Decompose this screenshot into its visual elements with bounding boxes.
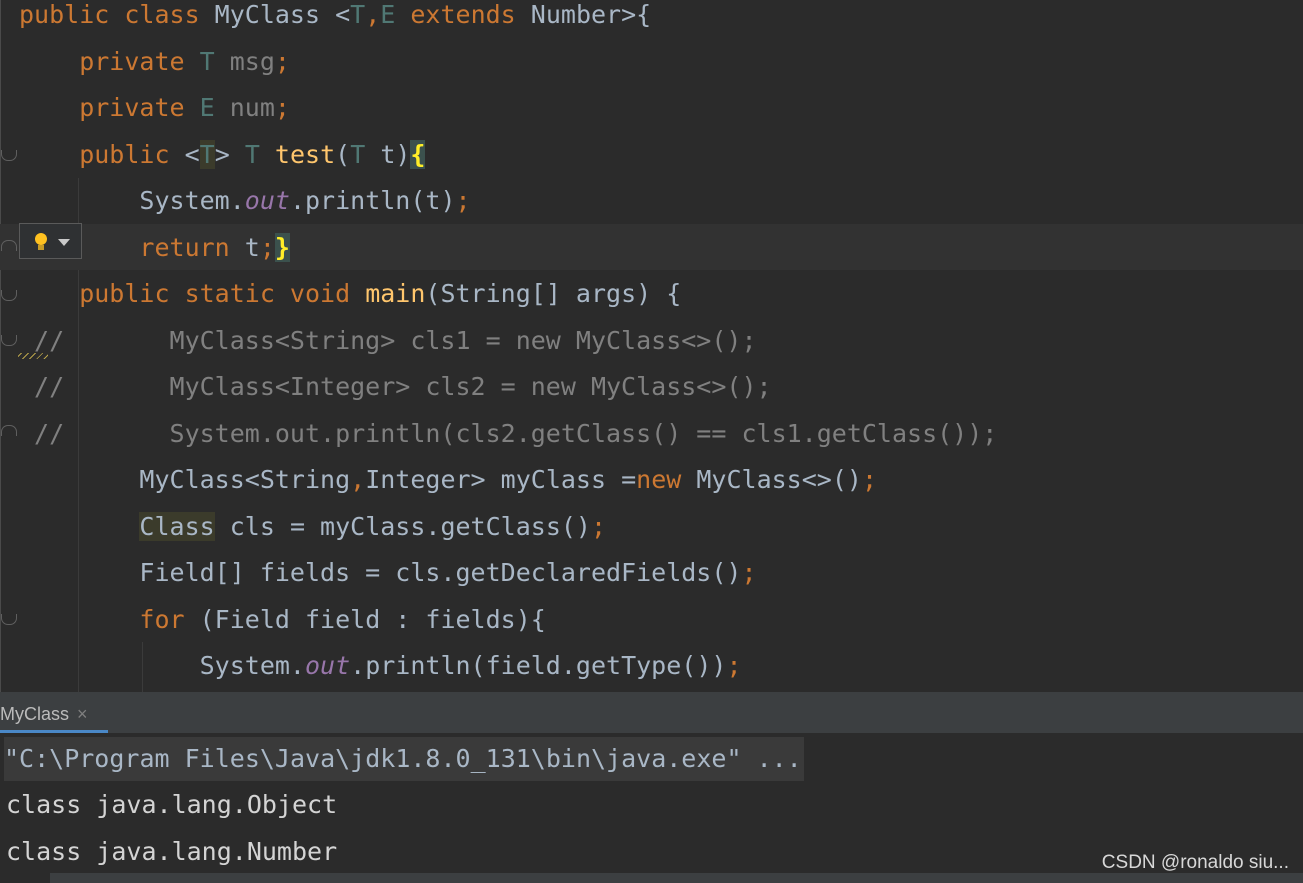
code-token: Number>{ <box>530 0 652 29</box>
code-token: ( <box>335 139 351 169</box>
code-line: private E num; <box>19 85 290 131</box>
watermark: CSDN @ronaldo siu... <box>1101 852 1289 873</box>
fold-marker-icon[interactable] <box>1 240 17 251</box>
code-line: public static void main(String[] args) { <box>19 271 681 317</box>
run-tab[interactable]: MyClass × <box>0 692 108 733</box>
code-token: E <box>380 0 396 29</box>
fold-marker-icon[interactable] <box>1 335 17 346</box>
code-line: Class cls = myClass.getClass(); <box>19 504 606 550</box>
code-token: for <box>19 604 200 634</box>
code-token: .println(t) <box>289 186 456 215</box>
code-token: public class <box>19 0 215 29</box>
close-icon[interactable]: × <box>77 692 88 733</box>
code-token: MyClass<String <box>19 465 351 494</box>
code-token: ; <box>259 232 275 262</box>
code-token: public <box>19 139 185 169</box>
code-token: main <box>365 279 426 308</box>
code-token: MyClass<>() <box>696 465 862 494</box>
code-token: private <box>19 46 200 76</box>
code-token: ; <box>455 186 471 215</box>
code-line: public <T> T test(T t){ <box>19 132 426 178</box>
code-token: E <box>199 93 215 122</box>
code-token: { <box>410 139 426 169</box>
chevron-down-icon <box>58 239 70 246</box>
code-token: out <box>244 186 290 215</box>
fold-marker-icon[interactable] <box>1 150 17 161</box>
code-token: T <box>350 0 366 29</box>
code-line: System.out.println(t); <box>19 178 471 224</box>
code-token: public static void <box>19 279 366 308</box>
code-token: < <box>184 139 200 169</box>
code-token: T <box>199 46 215 76</box>
code-token: // MyClass<Integer> cls2 = new MyClass<>… <box>19 372 772 401</box>
fold-marker-icon[interactable] <box>1 425 17 436</box>
horizontal-scrollbar[interactable] <box>50 873 1303 883</box>
console-output-line: class java.lang.Number <box>6 837 338 866</box>
warning-squiggle <box>18 353 48 359</box>
code-token: ; <box>274 46 290 76</box>
code-token: System. <box>19 651 305 680</box>
code-token: } <box>274 232 290 262</box>
run-tab-label: MyClass <box>0 704 70 724</box>
code-token: (String[] args) { <box>425 279 682 308</box>
code-token: msg <box>214 46 275 76</box>
code-token: .println(field.getType()) <box>350 651 727 680</box>
code-line: // System.out.println(cls2.getClass() ==… <box>19 411 997 457</box>
code-line: public class MyClass <T,E extends Number… <box>19 0 651 38</box>
gutter-border <box>0 0 1 692</box>
code-token: out <box>304 651 351 680</box>
code-line: private T msg; <box>19 39 290 85</box>
console-command-line: "C:\Program Files\Java\jdk1.8.0_131\bin\… <box>4 737 804 781</box>
console-output-line: class java.lang.Object <box>6 790 338 819</box>
code-line: for (Field field : fields){ <box>19 597 546 643</box>
code-line: Field[] fields = cls.getDeclaredFields()… <box>19 550 757 596</box>
code-token: > <box>214 139 245 169</box>
code-token: test <box>274 139 336 169</box>
code-token: private <box>19 93 200 122</box>
code-token: // MyClass<String> cls1 = new MyClass<>(… <box>19 325 757 355</box>
code-line: MyClass<String,Integer> myClass =new MyC… <box>19 457 877 503</box>
code-token: Field[] fields = cls.getDeclaredFields() <box>19 558 742 587</box>
code-line: // MyClass<Integer> cls2 = new MyClass<>… <box>19 364 772 410</box>
code-token: new <box>636 465 697 494</box>
code-token: System. <box>19 186 245 215</box>
code-token: Integer> myClass = <box>365 465 637 494</box>
fold-marker-icon[interactable] <box>1 290 17 301</box>
code-token: ; <box>861 465 877 494</box>
code-token: ; <box>726 651 742 680</box>
code-token: T <box>244 139 275 169</box>
fold-marker-icon[interactable] <box>1 614 17 625</box>
code-token: t) <box>365 139 411 169</box>
code-token: , <box>365 0 381 29</box>
lightbulb-icon <box>35 233 47 245</box>
intention-actions-button[interactable] <box>19 223 82 259</box>
run-tool-window-header <box>0 692 1303 733</box>
code-token: Class <box>139 511 215 541</box>
lightbulb-base <box>38 245 44 250</box>
code-token: T <box>199 139 215 169</box>
code-token: ; <box>741 558 757 587</box>
code-line: // MyClass<String> cls1 = new MyClass<>(… <box>19 318 757 364</box>
code-token: t <box>244 232 260 262</box>
code-token: num <box>214 93 275 122</box>
code-token: (Field field : fields){ <box>199 604 546 634</box>
code-token: extends <box>395 0 531 29</box>
code-token: cls = myClass.getClass() <box>214 511 591 541</box>
code-token: MyClass < <box>214 0 351 29</box>
code-token: ; <box>590 511 607 541</box>
code-token: T <box>350 139 366 169</box>
code-line: System.out.println(field.getType()); <box>19 643 742 689</box>
code-token: , <box>350 465 366 494</box>
code-token: ; <box>274 93 290 122</box>
code-editor[interactable]: public class MyClass <T,E extends Number… <box>0 0 1303 692</box>
code-token: // System.out.println(cls2.getClass() ==… <box>19 418 998 448</box>
